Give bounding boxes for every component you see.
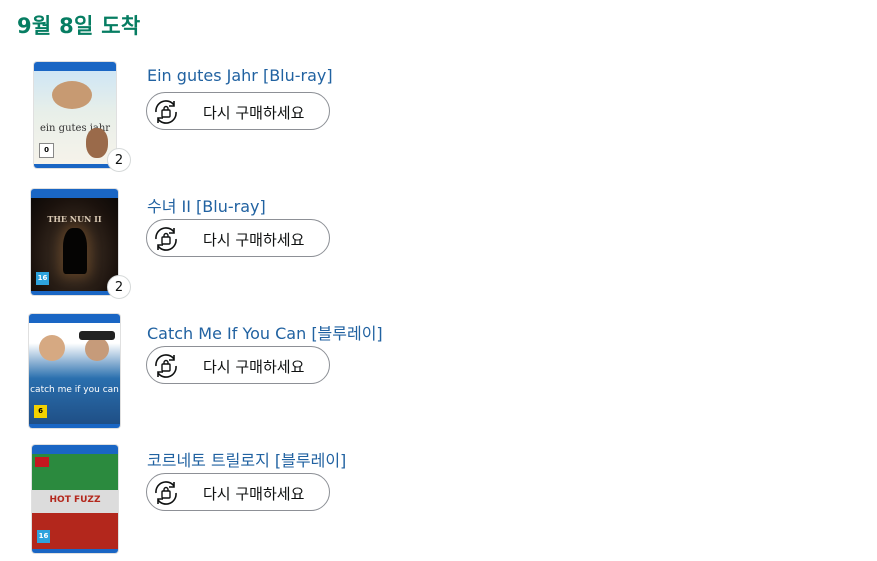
order-item: ein gutes jahr 0 2 Ein gutes Jahr [Blu-r… [0,62,877,182]
repeat-shopping-bag-icon [155,227,177,251]
buy-again-label: 다시 구매하세요 [203,231,305,249]
order-item: HOT FUZZ 16 코르네토 트릴로지 [블루레이] 다시 구매하세요 [0,443,877,561]
product-image[interactable]: ein gutes jahr 0 [34,62,116,168]
order-item: THE NUN II 16 2 수녀 II [Blu-ray] 다시 구매하세요 [0,189,877,309]
delivery-date-heading: 9월 8일 도착 [17,14,141,38]
buy-again-label: 다시 구매하세요 [203,104,305,122]
age-rating-badge: 16 [36,272,49,285]
buy-again-label: 다시 구매하세요 [203,485,305,503]
cover-title: HOT FUZZ [49,495,101,505]
age-rating-badge: 0 [39,143,54,158]
buy-again-button[interactable]: 다시 구매하세요 [146,92,330,130]
age-rating-badge: 16 [37,530,50,543]
buy-again-button[interactable]: 다시 구매하세요 [146,473,330,511]
cover-title: THE NUN II [47,214,102,224]
product-title-link[interactable]: Catch Me If You Can [블루레이] [147,320,383,344]
product-image[interactable]: THE NUN II 16 [31,189,118,295]
repeat-shopping-bag-icon [155,481,177,505]
quantity-badge: 2 [107,275,131,299]
quantity-badge: 2 [107,148,131,172]
product-image[interactable]: HOT FUZZ 16 [32,445,118,553]
order-item: catch me if you can 6 Catch Me If You Ca… [0,314,877,436]
order-delivery-group: 9월 8일 도착 ein gutes jahr 0 2 Ein gutes Ja… [0,0,877,561]
cover-title: catch me if you can [30,385,119,395]
buy-again-label: 다시 구매하세요 [203,358,305,376]
product-title-link[interactable]: 수녀 II [Blu-ray] [147,193,266,217]
product-title-link[interactable]: Ein gutes Jahr [Blu-ray] [147,66,333,85]
age-rating-badge: 6 [34,405,47,418]
product-image[interactable]: catch me if you can 6 [29,314,120,428]
buy-again-button[interactable]: 다시 구매하세요 [146,219,330,257]
repeat-shopping-bag-icon [155,354,177,378]
buy-again-button[interactable]: 다시 구매하세요 [146,346,330,384]
repeat-shopping-bag-icon [155,100,177,124]
product-title-link[interactable]: 코르네토 트릴로지 [블루레이] [147,447,346,471]
